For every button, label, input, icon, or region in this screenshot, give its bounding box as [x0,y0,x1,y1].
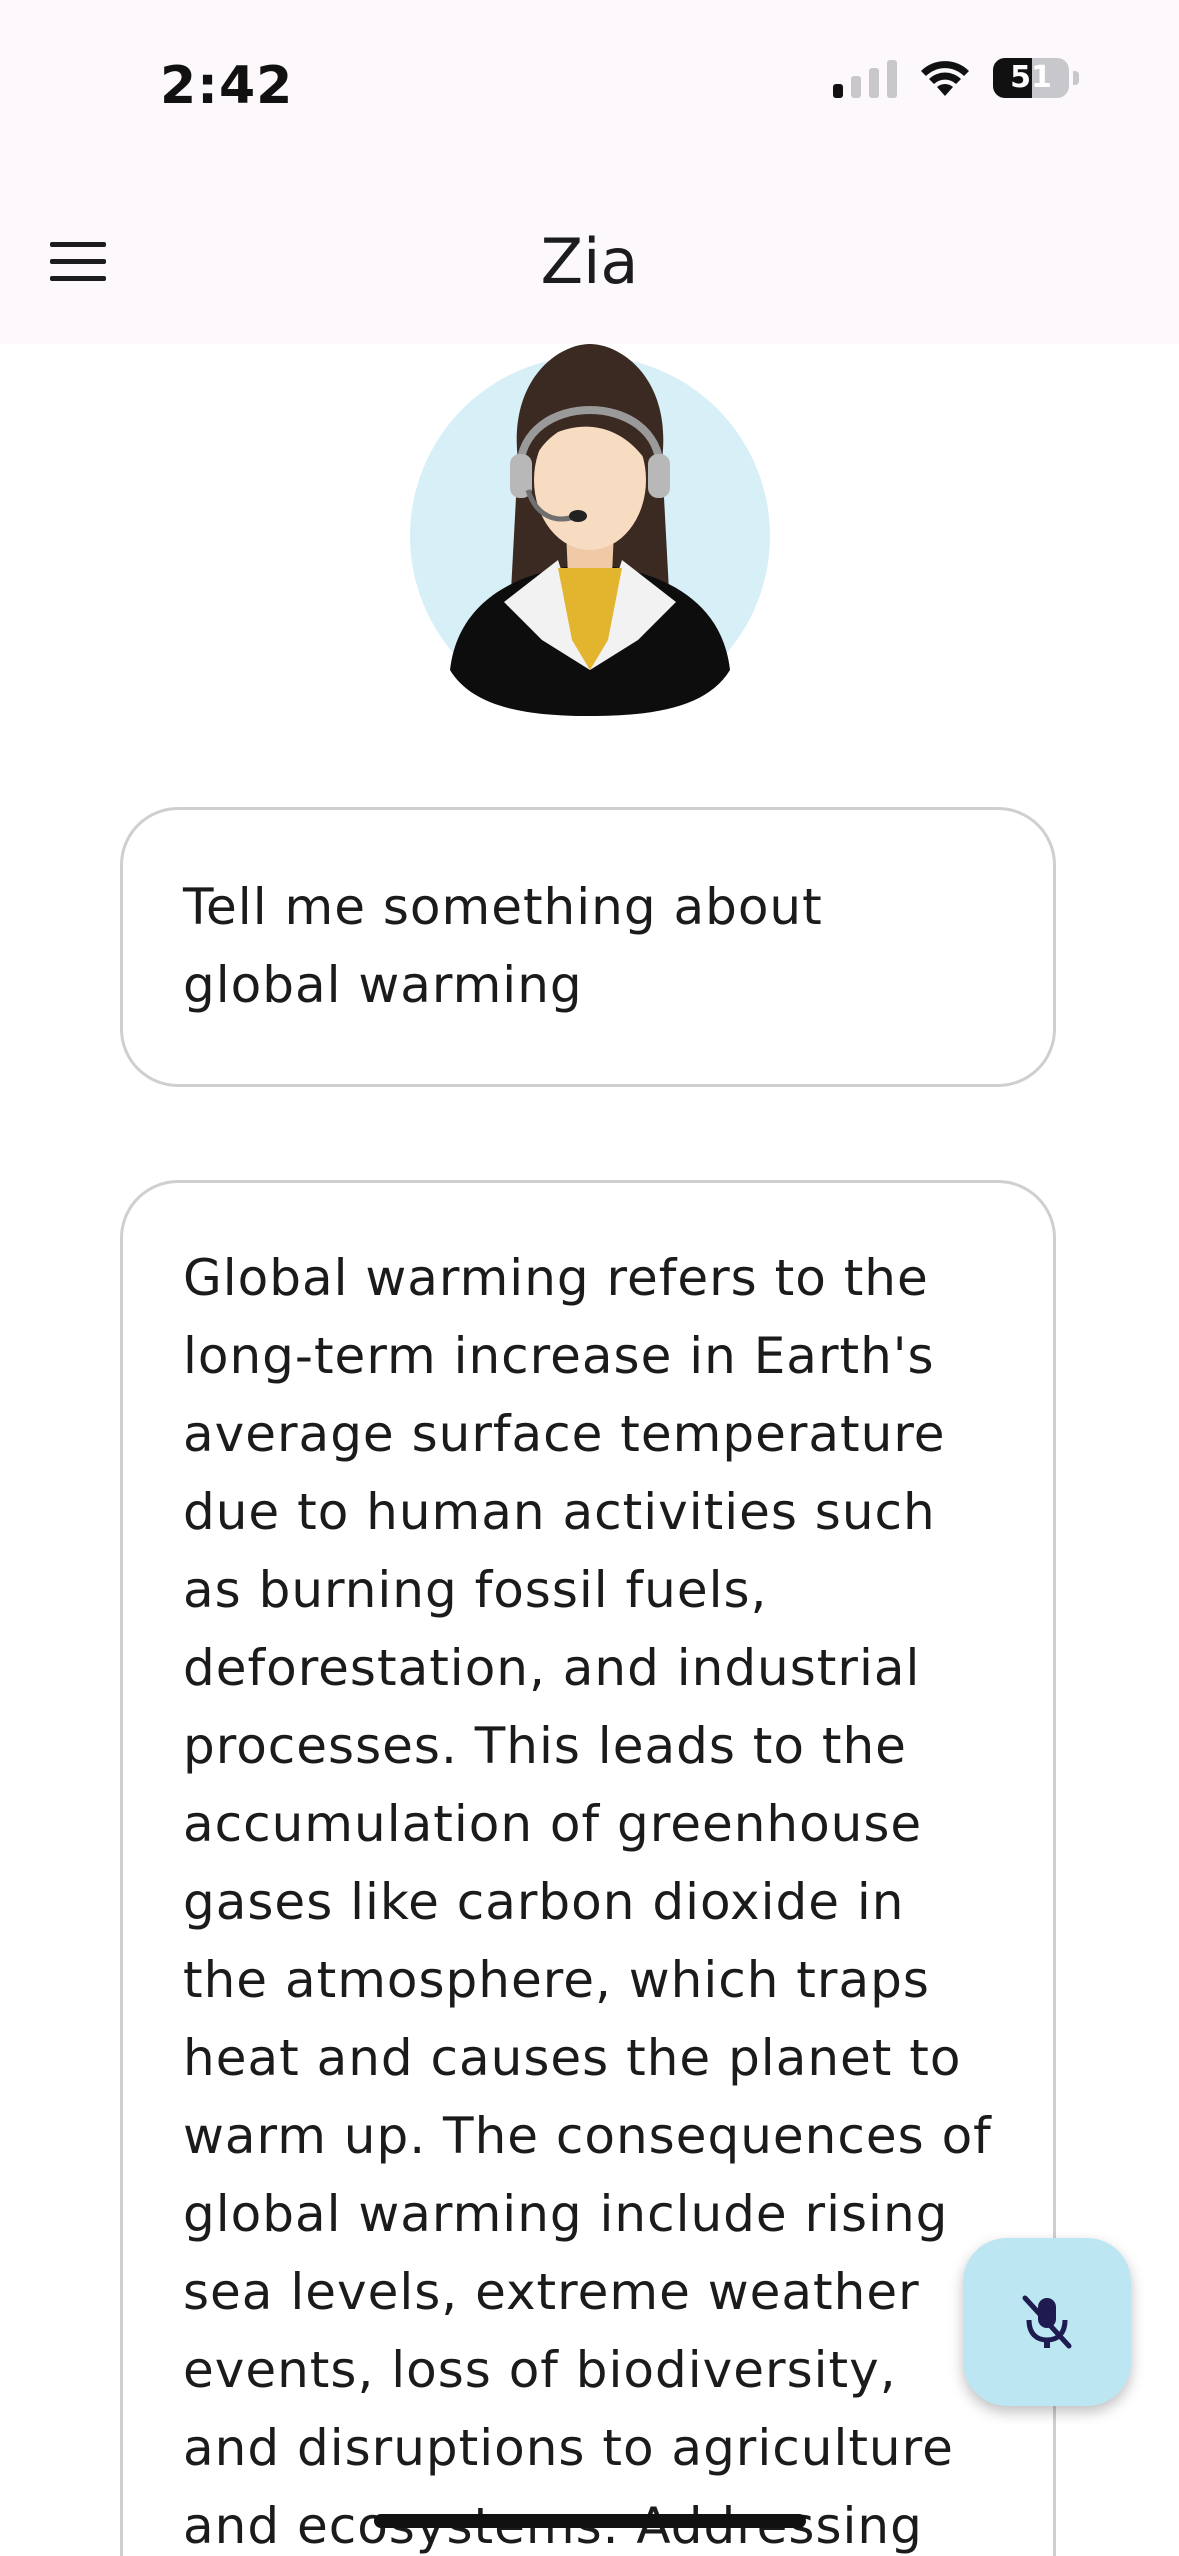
battery-icon: 51 [993,58,1069,98]
status-icons: 51 [833,58,1079,98]
battery-cap [1073,71,1079,85]
assistant-message-bubble: Global warming refers to the long-term i… [120,1180,1056,2556]
mic-off-icon [1022,2295,1072,2349]
app-title: Zia [540,225,639,298]
home-indicator [374,2514,806,2528]
status-time: 2:42 [160,56,294,116]
mic-button[interactable] [963,2238,1131,2406]
chat-screen: 2:42 51 Zia Tell me something about glob… [0,0,1179,2556]
user-message-bubble: Tell me something about global warming [120,807,1056,1087]
cellular-signal-icon [833,58,897,98]
support-agent-avatar [408,340,772,720]
wifi-icon [921,61,969,96]
battery-percentage: 51 [1010,60,1052,95]
